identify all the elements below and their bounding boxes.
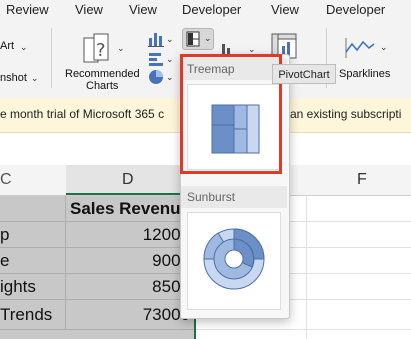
cell-c3[interactable]: e — [0, 248, 66, 274]
pie-chart-icon — [149, 70, 163, 84]
tab-developer[interactable]: Developer — [182, 2, 241, 17]
pie-chart-button[interactable] — [147, 68, 165, 86]
column-chart-button[interactable] — [147, 30, 165, 48]
chevron-down-icon[interactable]: ⌄ — [166, 72, 174, 83]
recommended-charts-button[interactable]: ? — [80, 32, 114, 64]
tab-view-2[interactable]: View — [129, 2, 157, 17]
chevron-down-icon[interactable]: ⌄ — [20, 42, 28, 53]
recommended-charts-label-1[interactable]: Recommended — [65, 68, 140, 80]
treemap-highlight — [180, 54, 282, 174]
message-text-left: e month trial of Microsoft 365 c — [0, 107, 165, 121]
tab-developer-2[interactable]: Developer — [326, 2, 385, 17]
cell-d5[interactable]: 73000 — [66, 300, 194, 330]
chevron-down-icon[interactable]: ⌄ — [380, 42, 388, 53]
selection-bottom — [0, 330, 194, 339]
svg-text:?: ? — [96, 40, 106, 61]
cell-c4[interactable]: ights — [0, 274, 66, 300]
sparklines-button[interactable] — [342, 36, 378, 60]
tab-review[interactable]: Review — [6, 2, 49, 17]
hierarchy-chart-button[interactable]: ⌄ — [182, 28, 214, 50]
sparklines-label[interactable]: Sparklines — [339, 68, 390, 80]
column-header-c[interactable]: C — [0, 171, 12, 189]
cell-c1[interactable] — [0, 196, 66, 222]
column-chart-icon — [148, 33, 164, 47]
cell-d2[interactable]: 12000 — [66, 222, 194, 248]
sunburst-section-header: Sunburst — [181, 186, 287, 208]
bar-chart-button[interactable] — [147, 50, 165, 68]
recommended-charts-label-2[interactable]: Charts — [86, 80, 118, 92]
ribbon-tab-bar: Review View View Developer View Develope… — [0, 0, 411, 20]
chevron-down-icon[interactable]: ⌄ — [166, 54, 174, 65]
chevron-down-icon[interactable]: ⌄ — [31, 73, 39, 84]
snapshot-label[interactable]: nshot — [0, 72, 27, 84]
sunburst-option[interactable] — [187, 212, 281, 310]
message-text-right: an existing subscripti — [290, 107, 402, 121]
recommended-charts-icon: ? — [83, 33, 109, 63]
cell-d4[interactable]: 8500 — [66, 274, 194, 300]
ribbon-separator — [51, 28, 52, 88]
tab-view-3[interactable]: View — [271, 2, 299, 17]
column-header-d-label: D — [122, 171, 134, 188]
column-header-f[interactable]: F — [357, 171, 367, 189]
chevron-down-icon: ⌄ — [204, 33, 212, 43]
sunburst-chart-icon — [203, 228, 265, 290]
art-label[interactable]: Art — [0, 40, 14, 52]
sparklines-icon — [345, 38, 375, 58]
chevron-down-icon[interactable]: ⌄ — [117, 43, 125, 54]
cell-c2[interactable]: p — [0, 222, 66, 248]
cell-c5[interactable]: Trends — [0, 300, 66, 330]
cell-d3[interactable]: 9000 — [66, 248, 194, 274]
pivotchart-tooltip: PivotChart — [272, 64, 336, 84]
cell-d1[interactable]: Sales Revenue — [66, 196, 194, 222]
chevron-down-icon[interactable]: ⌄ — [166, 34, 174, 45]
column-divider — [306, 196, 307, 339]
bar-chart-icon — [149, 53, 163, 66]
tab-view[interactable]: View — [75, 2, 103, 17]
